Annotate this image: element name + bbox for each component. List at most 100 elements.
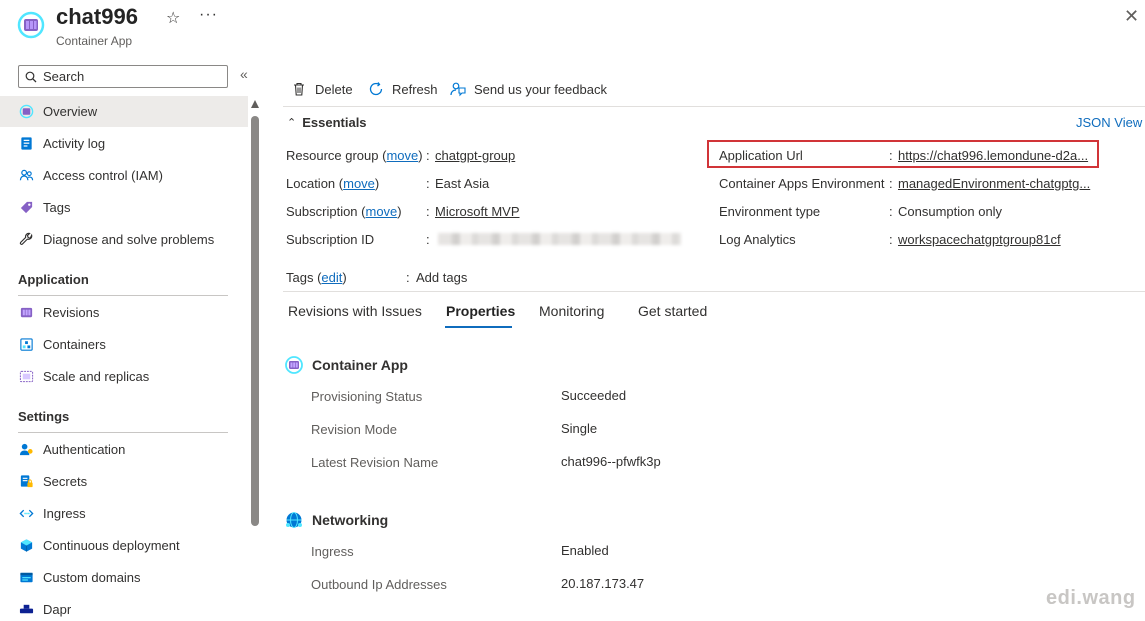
close-paren: ) (418, 148, 423, 163)
move-resource-group-link[interactable]: move (386, 148, 418, 163)
environment-link[interactable]: managedEnvironment-chatgptg... (898, 176, 1090, 191)
delete-button[interactable]: Delete (291, 78, 353, 100)
ingress-enabled-link[interactable]: Enabled (561, 543, 609, 558)
sidebar-item-label: Access control (IAM) (43, 168, 163, 183)
collapse-sidebar-icon[interactable]: « (240, 66, 248, 82)
edit-tags-link[interactable]: edit (321, 270, 342, 285)
tab-revisions-with-issues[interactable]: Revisions with Issues (288, 303, 422, 319)
sidebar-item-label: Continuous deployment (43, 538, 180, 553)
open-paren: ( (335, 176, 344, 191)
colon: : (426, 148, 430, 163)
sidebar-item-label: Dapr (43, 602, 72, 617)
revision-mode-label: Revision Mode (311, 422, 397, 437)
provisioning-status-label: Provisioning Status (311, 389, 423, 404)
sidebar-item-label: Containers (43, 337, 106, 352)
subscription-value[interactable]: Microsoft MVP (435, 204, 520, 219)
domain-icon (18, 570, 34, 586)
sidebar-item-label: Ingress (43, 506, 86, 521)
refresh-button[interactable]: Refresh (368, 78, 438, 100)
essentials-title: Essentials (302, 115, 367, 130)
cube-icon (18, 538, 34, 554)
essentials-divider (283, 291, 1145, 292)
essentials-toggle[interactable]: ⌃ Essentials (287, 115, 367, 130)
add-tags-link[interactable]: Add tags (416, 270, 467, 285)
sidebar-item-label: Authentication (43, 442, 126, 457)
sidebar-item-diagnose[interactable]: Diagnose and solve problems (0, 224, 248, 255)
authentication-icon (18, 442, 34, 458)
sidebar-item-overview[interactable]: Overview (0, 96, 248, 127)
sidebar-item-custom-domains[interactable]: Custom domains (0, 562, 248, 593)
tab-properties[interactable]: Properties (446, 303, 515, 319)
container-app-section-title: Container App (312, 357, 408, 373)
sidebar-item-tags[interactable]: Tags (0, 192, 248, 223)
delete-label: Delete (315, 81, 353, 97)
open-paren: ( (357, 204, 366, 219)
search-input[interactable] (43, 69, 223, 84)
subscription-label: Subscription (286, 204, 358, 219)
scroll-up-arrow[interactable] (251, 100, 259, 108)
sidebar-item-label: Custom domains (43, 570, 141, 585)
sidebar-item-label: Tags (43, 200, 71, 215)
sidebar-search[interactable] (18, 65, 228, 88)
active-tab-indicator (445, 326, 512, 328)
location-label: Location (286, 176, 336, 191)
sidebar-item-secrets[interactable]: Secrets (0, 466, 248, 497)
sidebar-item-access-control[interactable]: Access control (IAM) (0, 160, 248, 191)
colon: : (406, 270, 410, 285)
colon: : (889, 148, 893, 163)
toolbar-divider (283, 106, 1145, 107)
container-app-icon (17, 11, 45, 39)
feedback-label: Send us your feedback (474, 81, 607, 97)
ingress-label: Ingress (311, 544, 354, 559)
dapr-icon (18, 602, 34, 618)
refresh-label: Refresh (392, 81, 438, 97)
move-location-link[interactable]: move (343, 176, 375, 191)
sidebar-item-revisions[interactable]: Revisions (0, 297, 248, 328)
section-header-application: Application (18, 272, 89, 287)
tags-label: Tags (286, 270, 314, 285)
sidebar-item-containers[interactable]: Containers (0, 329, 248, 360)
resource-group-row: Resource group (move) (286, 148, 423, 163)
sidebar-item-authentication[interactable]: Authentication (0, 434, 248, 465)
subscription-id-row: Subscription ID (286, 232, 374, 247)
outbound-ip-label: Outbound Ip Addresses (311, 577, 447, 592)
sidebar-item-scale[interactable]: Scale and replicas (0, 361, 248, 392)
section-divider (18, 295, 228, 296)
container-app-icon (18, 104, 34, 120)
tag-icon (18, 200, 34, 216)
search-icon (25, 71, 37, 82)
star-icon[interactable]: ☆ (166, 8, 180, 28)
feedback-button[interactable]: Send us your feedback (450, 78, 607, 100)
provisioning-status-value: Succeeded (561, 388, 627, 403)
people-icon (18, 168, 34, 184)
container-app-section-header: Container App (284, 355, 408, 375)
application-url-link[interactable]: https://chat996.lemondune-d2a... (898, 148, 1088, 163)
sidebar-item-ingress[interactable]: Ingress (0, 498, 248, 529)
more-options-icon[interactable]: ··· (199, 6, 218, 24)
log-analytics-label: Log Analytics (719, 232, 796, 247)
tab-get-started[interactable]: Get started (638, 303, 707, 319)
log-analytics-link[interactable]: workspacechatgptgroup81cf (898, 232, 1061, 247)
close-icon[interactable]: ✕ (1124, 6, 1139, 27)
subscription-row: Subscription (move) (286, 204, 402, 219)
json-view-link[interactable]: JSON View (1076, 115, 1142, 130)
page-subtitle: Container App (56, 34, 133, 48)
sidebar-scrollbar[interactable] (251, 116, 259, 526)
resource-group-label: Resource group (286, 148, 379, 163)
resource-group-value[interactable]: chatgpt-group (435, 148, 515, 163)
tab-monitoring[interactable]: Monitoring (539, 303, 604, 319)
sidebar-item-label: Scale and replicas (43, 369, 150, 384)
location-value: East Asia (435, 176, 490, 191)
sidebar-item-activity-log[interactable]: Activity log (0, 128, 248, 159)
subscription-id-label: Subscription ID (286, 232, 375, 247)
activity-log-icon (18, 136, 34, 152)
move-subscription-link[interactable]: move (366, 204, 398, 219)
close-paren: ) (397, 204, 402, 219)
sidebar-item-continuous-deployment[interactable]: Continuous deployment (0, 530, 248, 561)
colon: : (426, 204, 430, 219)
colon: : (889, 176, 893, 191)
colon: : (426, 232, 430, 247)
sidebar-item-label: Secrets (43, 474, 88, 489)
networking-icon (286, 512, 302, 528)
sidebar-item-dapr[interactable]: Dapr (0, 594, 248, 621)
